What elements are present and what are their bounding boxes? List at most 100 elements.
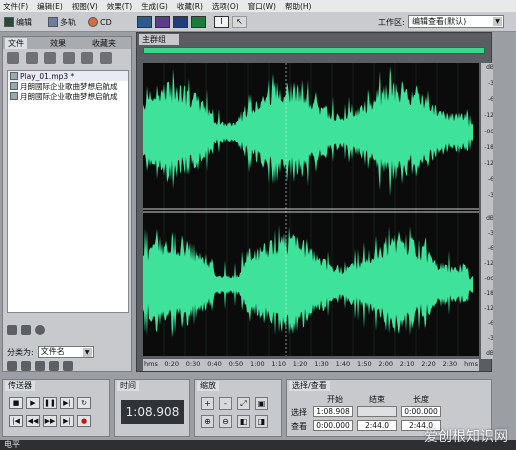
selection-title: 选择/查看 bbox=[289, 381, 330, 391]
file-name: Play_01.mp3 * bbox=[20, 71, 75, 81]
view-option-icon[interactable] bbox=[49, 361, 59, 371]
menu-window[interactable]: 窗口(W) bbox=[248, 1, 276, 12]
menu-view[interactable]: 视图(V) bbox=[72, 1, 98, 12]
select-end-field[interactable] bbox=[357, 406, 397, 417]
view-option-icon[interactable] bbox=[35, 361, 45, 371]
audio-file-icon bbox=[10, 82, 18, 90]
play-to-end-button[interactable]: ▶| bbox=[60, 397, 74, 409]
rewind-button[interactable]: ◀◀ bbox=[26, 415, 40, 427]
col-length: 长度 bbox=[413, 395, 429, 404]
cd-view-label: CD bbox=[100, 17, 112, 27]
audio-file-icon bbox=[10, 92, 18, 100]
edit-file-icon[interactable] bbox=[81, 52, 94, 64]
insert-file-icon[interactable] bbox=[44, 52, 57, 64]
list-item[interactable]: 月朗國际企业歌曲梦想启航成 bbox=[8, 91, 128, 101]
audio-file-icon bbox=[10, 72, 18, 80]
time-tick: 1:20 bbox=[292, 360, 308, 368]
file-name: 月朗國际企业歌曲梦想启航成 bbox=[20, 91, 118, 101]
tab-files[interactable]: 文件 bbox=[5, 38, 27, 49]
files-toolbar bbox=[7, 52, 129, 68]
time-selection-tool[interactable]: I bbox=[214, 16, 229, 28]
zoom-right-icon[interactable]: ◨ bbox=[255, 415, 268, 428]
volume-icon[interactable] bbox=[35, 325, 45, 335]
open-file-icon[interactable] bbox=[7, 52, 19, 64]
zoom-full-icon[interactable]: ⤢ bbox=[237, 397, 250, 410]
zoom-out-amplitude-icon[interactable]: - bbox=[219, 397, 232, 410]
files-play-controls bbox=[7, 323, 129, 337]
cd-icon bbox=[88, 17, 98, 27]
sort-select[interactable]: 文件名 ▼ bbox=[37, 346, 94, 358]
stop-button[interactable]: ■ bbox=[9, 397, 23, 409]
waveform-display[interactable] bbox=[143, 63, 479, 356]
workspace-select[interactable]: 编辑查看(默认) ▼ bbox=[408, 15, 504, 28]
menu-edit[interactable]: 编辑(E) bbox=[37, 1, 63, 12]
tab-effects[interactable]: 效果 bbox=[47, 38, 69, 49]
right-strip bbox=[493, 32, 516, 372]
autoplay-icon[interactable] bbox=[7, 325, 17, 335]
zoom-left-icon[interactable]: ◧ bbox=[237, 415, 250, 428]
chevron-down-icon: ▼ bbox=[493, 17, 502, 26]
time-tick: 1:40 bbox=[335, 360, 351, 368]
view-end-field[interactable]: 2:44.0 bbox=[357, 420, 397, 431]
waveform-view-button[interactable] bbox=[191, 16, 206, 28]
zoom-selection-icon[interactable]: ▣ bbox=[255, 397, 268, 410]
spectral-view-button[interactable] bbox=[137, 16, 152, 28]
menu-favorites[interactable]: 收藏(R) bbox=[177, 1, 203, 12]
overview-bar[interactable] bbox=[143, 47, 485, 54]
loop-button[interactable]: ↻ bbox=[77, 397, 91, 409]
zoom-in-amplitude-icon[interactable]: + bbox=[201, 397, 214, 410]
main-editor: 主群组 dB -3 -6 -12 -oo -18 -12 -6 -3 dB -3 -6 -12 -oo -1… bbox=[136, 32, 495, 372]
row-view-label: 查看 bbox=[291, 422, 307, 431]
select-start-field[interactable]: 1:08.908 bbox=[313, 406, 353, 417]
editor-tab[interactable]: 主群组 bbox=[139, 34, 179, 45]
time-tick: 0:40 bbox=[207, 360, 222, 368]
multitrack-icon bbox=[48, 17, 58, 27]
time-tick: 1:30 bbox=[314, 360, 329, 368]
list-item[interactable]: 月朗國际企业歌曲梦想启航成 bbox=[8, 81, 128, 91]
view-option-icon[interactable] bbox=[7, 361, 17, 371]
edit-view-button[interactable]: 编辑 bbox=[4, 15, 32, 29]
sort-label: 分类为: bbox=[7, 347, 34, 357]
zoom-in-icon[interactable]: ⊕ bbox=[201, 415, 214, 428]
multitrack-view-button[interactable]: 多轨 bbox=[48, 15, 76, 29]
files-panel: 文件 效果 收藏夹 Play_01.mp3 * 月朗國际企业歌曲梦想启航成 月朗… bbox=[2, 36, 132, 372]
go-to-end-button[interactable]: ▶| bbox=[60, 415, 74, 427]
view-option-icon[interactable] bbox=[63, 361, 73, 371]
zoom-out-icon[interactable]: ⊖ bbox=[219, 415, 232, 428]
select-cursor-tool[interactable]: ↖ bbox=[232, 16, 247, 28]
edit-view-label: 编辑 bbox=[16, 17, 32, 27]
menu-help[interactable]: 帮助(H) bbox=[285, 1, 312, 12]
time-tick: 1:00 bbox=[250, 360, 265, 368]
play-file-icon[interactable] bbox=[99, 52, 112, 64]
record-button[interactable]: ● bbox=[77, 415, 91, 427]
time-tick: 2:20 bbox=[421, 360, 436, 368]
cd-view-button[interactable]: CD bbox=[88, 15, 112, 29]
view-option-icon[interactable] bbox=[21, 361, 31, 371]
time-tick: 1:10 bbox=[271, 360, 286, 368]
import-icon[interactable] bbox=[62, 52, 75, 64]
time-ruler[interactable]: hms 0:20 0:30 0:40 0:50 1:00 1:10 1:20 1:30 1:40 1… bbox=[143, 359, 479, 371]
time-panel: 时间 1:08.908 bbox=[114, 379, 190, 437]
list-item[interactable]: Play_01.mp3 * bbox=[8, 71, 128, 81]
menu-effects[interactable]: 效果(T) bbox=[107, 1, 132, 12]
select-length-field[interactable]: 0:00.000 bbox=[401, 406, 441, 417]
spectral-pan-button[interactable] bbox=[155, 16, 170, 28]
tab-favorites[interactable]: 收藏夹 bbox=[89, 38, 119, 49]
loop-icon[interactable] bbox=[21, 325, 31, 335]
view-start-field[interactable]: 0:00.000 bbox=[313, 420, 353, 431]
pause-button[interactable]: ❚❚ bbox=[43, 397, 57, 409]
menu-generate[interactable]: 生成(G) bbox=[141, 1, 168, 12]
close-file-icon[interactable] bbox=[25, 52, 38, 64]
time-tick: 2:00 bbox=[378, 360, 393, 368]
play-button[interactable]: ▶ bbox=[26, 397, 40, 409]
waveform-icon bbox=[4, 17, 14, 27]
multitrack-view-label: 多轨 bbox=[60, 17, 76, 27]
menu-file[interactable]: 文件(F) bbox=[3, 1, 28, 12]
time-tick: 0:30 bbox=[185, 360, 201, 368]
spectral-phase-button[interactable] bbox=[173, 16, 188, 28]
fast-forward-button[interactable]: ▶▶ bbox=[43, 415, 57, 427]
menu-options[interactable]: 选项(O) bbox=[212, 1, 239, 12]
go-to-start-button[interactable]: |◀ bbox=[9, 415, 23, 427]
workspace-label: 工作区: bbox=[378, 18, 405, 27]
time-tick: hms bbox=[464, 360, 478, 368]
